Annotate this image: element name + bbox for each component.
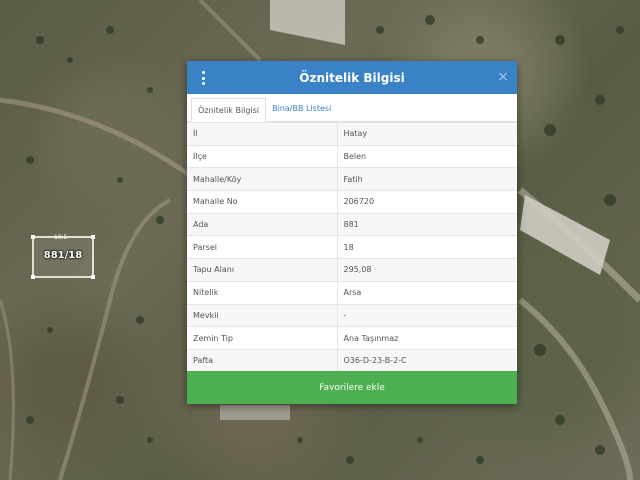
add-to-favorites-button[interactable]: Favorilere ekle: [187, 371, 517, 404]
parcel-vertex: [31, 235, 35, 239]
tab-attribute-info[interactable]: Öznitelik Bilgisi: [191, 98, 267, 122]
table-row: Mahalle No 206720: [187, 190, 517, 214]
attribute-value: Hatay: [337, 122, 517, 146]
attribute-key: Nitelik: [187, 280, 338, 304]
parcel-label: 881/18: [43, 250, 83, 261]
attribute-key: Zemin Tip: [187, 326, 338, 350]
attribute-key: Mevkii: [187, 303, 338, 327]
attribute-value: 206720: [337, 190, 517, 214]
table-row: Nitelik Arsa: [187, 280, 517, 304]
parcel-dimension: 10.5: [54, 234, 68, 241]
dialog-header: Öznitelik Bilgisi ×: [187, 61, 517, 94]
table-row: Zemin Tip Ana Taşınmaz: [187, 326, 517, 350]
attribute-key: Parsel: [187, 235, 338, 259]
table-row: Parsel 18: [187, 235, 517, 259]
attribute-key: İl: [187, 122, 338, 146]
table-row: Mahalle/Köy Fatih: [187, 167, 517, 191]
table-row: İl Hatay: [187, 122, 517, 146]
attribute-value: -: [337, 303, 517, 327]
attribute-key: Tapu Alanı: [187, 258, 338, 282]
table-row: Ada 881: [187, 212, 517, 236]
parcel-vertex: [91, 275, 95, 279]
attribute-value: 295,08: [337, 258, 517, 282]
tab-building-list[interactable]: Bina/BB Listesi: [266, 97, 337, 121]
table-row: Pafta O36-D-23-B-2-C: [187, 348, 517, 373]
kebab-menu-icon[interactable]: [200, 71, 206, 85]
attribute-key: İlçe: [187, 144, 338, 168]
attribute-key: Mahalle No: [187, 190, 338, 214]
parcel-outline[interactable]: 10.5 881/18: [31, 234, 95, 279]
table-row: İlçe Belen: [187, 144, 517, 168]
attribute-value: Belen: [337, 144, 517, 168]
dialog-tabs: Öznitelik Bilgisi Bina/BB Listesi: [187, 94, 517, 122]
close-icon[interactable]: ×: [497, 69, 509, 85]
attribute-dialog: Öznitelik Bilgisi × Öznitelik Bilgisi Bi…: [187, 61, 517, 404]
attribute-table: İl Hatay İlçe Belen Mahalle/Köy Fatih Mahalle …: [187, 122, 517, 373]
parcel-vertex: [31, 275, 35, 279]
attribute-key: Pafta: [187, 348, 338, 373]
parcel-vertex: [91, 235, 95, 239]
attribute-value: Fatih: [337, 167, 517, 191]
attribute-key: Ada: [187, 212, 338, 236]
dialog-title: Öznitelik Bilgisi: [299, 70, 405, 85]
attribute-value: Ana Taşınmaz: [337, 326, 517, 350]
attribute-value: 881: [337, 212, 517, 236]
attribute-value: 18: [337, 235, 517, 259]
attribute-value: O36-D-23-B-2-C: [337, 348, 517, 373]
attribute-key: Mahalle/Köy: [187, 167, 338, 191]
table-row: Mevkii -: [187, 303, 517, 327]
attribute-value: Arsa: [337, 280, 517, 304]
table-row: Tapu Alanı 295,08: [187, 258, 517, 282]
